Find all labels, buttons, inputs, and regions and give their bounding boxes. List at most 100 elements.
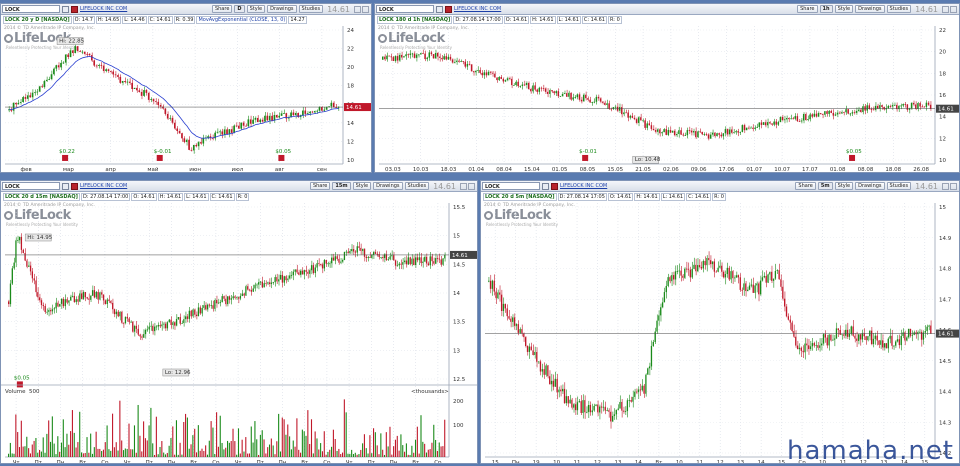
candle-body xyxy=(525,337,527,347)
volume-bar xyxy=(99,448,101,457)
volume-bar xyxy=(422,441,424,457)
candle-body xyxy=(394,260,397,266)
candle-body xyxy=(24,252,26,261)
candle-body xyxy=(378,254,380,258)
time-tick-label: Чт xyxy=(124,460,132,464)
candle-body xyxy=(904,104,906,105)
price-chart[interactable]: февмарапрмайиюниюлавгсен2422201816141210… xyxy=(1,4,372,173)
candle-body xyxy=(883,106,885,110)
candle-body xyxy=(176,128,179,131)
volume-bar xyxy=(276,441,278,457)
candle-body xyxy=(567,396,569,404)
chart-panel-daily[interactable]: LOCK LIFELOCK INC COM Share D Style Draw… xyxy=(0,3,372,173)
candle-body xyxy=(316,110,318,112)
candle-body xyxy=(558,389,560,393)
candle-body xyxy=(81,293,83,299)
candle-body xyxy=(71,295,74,297)
volume-bar xyxy=(177,454,179,457)
candle-body xyxy=(227,296,229,305)
volume-bar xyxy=(35,437,37,457)
dividend-marker-icon xyxy=(156,154,163,161)
candle-body xyxy=(143,334,145,338)
volume-value: 500 xyxy=(29,389,40,395)
candle-body xyxy=(332,102,335,108)
candle-body xyxy=(713,261,715,272)
candle-body xyxy=(665,285,667,293)
price-chart[interactable]: 03.03 10.03 18.03 01.04 08.04 15.04 01.05 08.05… xyxy=(375,4,960,173)
candle-body xyxy=(737,131,739,133)
candle-body xyxy=(805,113,807,121)
candle-body xyxy=(130,321,132,323)
candle-body xyxy=(265,283,267,284)
candle-body xyxy=(392,57,395,62)
volume-bar xyxy=(303,431,305,457)
volume-bar xyxy=(53,443,55,457)
candle-body xyxy=(578,401,580,403)
time-tick-label: 11 xyxy=(696,460,703,464)
candle-body xyxy=(252,119,254,124)
candle-body xyxy=(519,85,521,87)
candle-body xyxy=(930,325,932,334)
candle-body xyxy=(314,267,316,273)
time-tick-label: 15 xyxy=(492,460,499,464)
candle-body xyxy=(309,111,311,114)
candle-body xyxy=(210,305,212,307)
candle-body xyxy=(769,271,771,275)
volume-bar xyxy=(374,432,376,457)
candle-body xyxy=(396,56,399,61)
candle-body xyxy=(764,122,767,126)
candle-body xyxy=(81,51,84,53)
time-tick-label: 08.05 xyxy=(580,167,596,173)
volume-bar xyxy=(278,413,280,457)
candle-body xyxy=(245,125,247,127)
candle-body xyxy=(674,271,677,280)
chart-panel-15m[interactable]: LOCK LIFELOCK INC COM Share 15m Style Dr… xyxy=(0,180,478,464)
volume-bar xyxy=(416,426,418,457)
dividend-marker-icon xyxy=(62,154,69,161)
volume-bar xyxy=(425,452,428,457)
candle-body xyxy=(640,117,642,121)
candle-body xyxy=(72,50,74,53)
candle-body xyxy=(608,410,610,412)
candle-body xyxy=(630,400,632,402)
candle-body xyxy=(728,129,731,135)
candle-body xyxy=(898,339,900,346)
time-tick-label: июл xyxy=(232,167,244,173)
price-tick-label: 14 xyxy=(453,291,460,297)
time-tick-label: Чт xyxy=(13,460,21,464)
candle-body xyxy=(502,303,505,311)
price-chart[interactable]: 15 Пн 19 10 11 12 13 14 Вт 10 11 12 13 14 15 Ср 10 11 12 13… xyxy=(481,181,960,464)
candle-body xyxy=(104,300,107,305)
candle-body xyxy=(645,374,647,394)
candle-body xyxy=(508,316,510,319)
candle-body xyxy=(329,263,331,265)
chart-panel-5m[interactable]: LOCK LIFELOCK INC COM Share 5m Style Dra… xyxy=(480,180,960,464)
candle-body xyxy=(55,302,57,309)
time-tick-label: Пн xyxy=(279,460,287,464)
candle-body xyxy=(849,113,851,115)
candle-body xyxy=(330,102,333,107)
candle-body xyxy=(853,112,856,114)
candle-body xyxy=(310,265,313,271)
volume-bar xyxy=(383,454,386,457)
candle-body xyxy=(102,294,105,301)
candle-body xyxy=(226,129,228,135)
candle-body xyxy=(349,251,351,254)
candle-body xyxy=(437,52,439,57)
volume-bar xyxy=(239,453,241,457)
time-tick-label: 21.05 xyxy=(635,167,651,173)
volume-bar xyxy=(121,440,123,457)
candle-body xyxy=(159,324,161,327)
candle-body xyxy=(302,110,304,116)
time-tick-label: Пн xyxy=(390,460,398,464)
candle-body xyxy=(919,331,921,333)
candle-body xyxy=(107,69,110,72)
volume-bar xyxy=(279,451,282,457)
candle-body xyxy=(771,123,773,125)
candle-body xyxy=(874,105,877,110)
price-chart[interactable]: Чт Пт Пн Вт Ср Чт Пт Пн Вт Ср Чт Пт Пн Вт Ср Чт Пт Пн Вт Ср… xyxy=(1,181,478,464)
candle-body xyxy=(721,265,723,272)
candle-body xyxy=(254,117,257,120)
candle-body xyxy=(313,111,316,113)
chart-panel-hourly[interactable]: LOCK LIFELOCK INC COM Share 1h Style Dra… xyxy=(374,3,960,173)
